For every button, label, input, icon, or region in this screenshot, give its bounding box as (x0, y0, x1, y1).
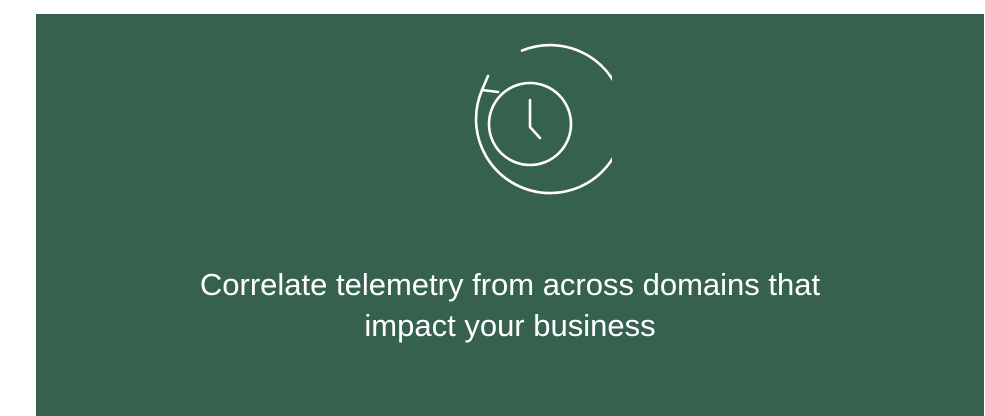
page-canvas: Correlate telemetry from across domains … (0, 0, 985, 416)
headline-line-2: impact your business (364, 308, 656, 343)
feature-card: Correlate telemetry from across domains … (36, 14, 984, 416)
headline: Correlate telemetry from across domains … (36, 264, 984, 346)
clock-history-icon (448, 42, 612, 206)
headline-line-1: Correlate telemetry from across domains … (199, 267, 821, 302)
